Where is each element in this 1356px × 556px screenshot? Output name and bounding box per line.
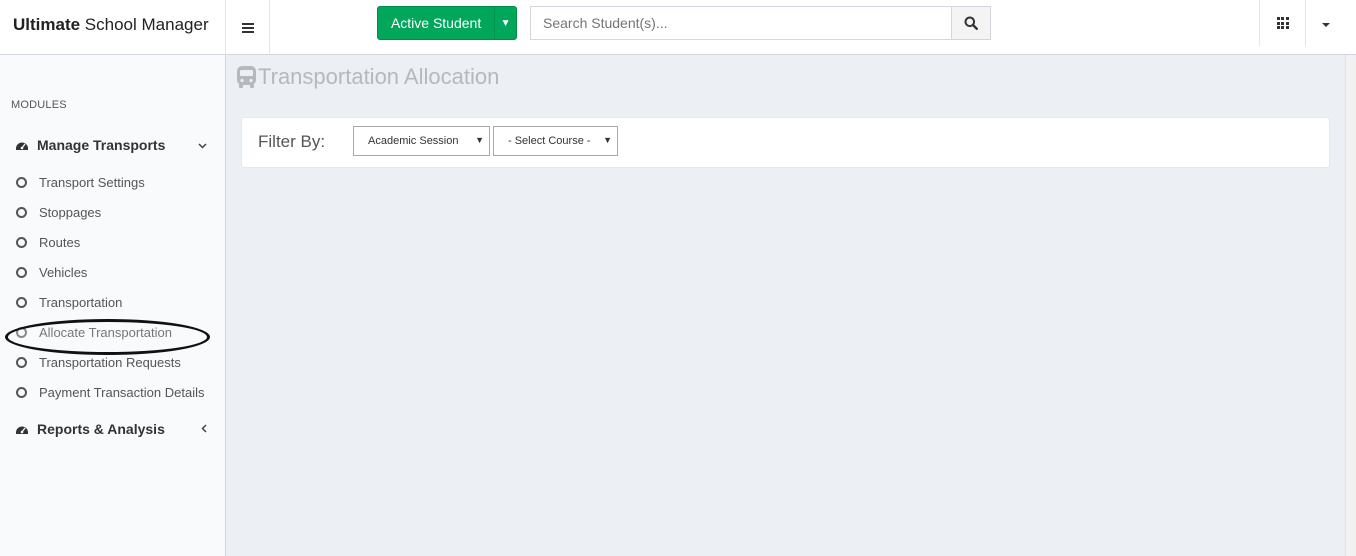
sidebar-toggle-button[interactable] [226, 0, 270, 55]
brand-rest: School Manager [80, 15, 209, 34]
user-menu-dropdown[interactable] [1305, 0, 1345, 46]
page-title-text: Transportation Allocation [258, 64, 500, 89]
course-select[interactable]: - Select Course - ▼ [493, 126, 618, 156]
course-select-value: - Select Course - [508, 135, 591, 147]
active-student-label: Active Student [390, 15, 482, 31]
sidebar-group-manage-transports[interactable]: Manage Transports [0, 127, 225, 163]
sidebar-item-label: Transportation Requests [39, 354, 181, 370]
sidebar-item-allocate-transportation[interactable]: Allocate Transportation [0, 317, 225, 347]
page-scrollbar[interactable] [1345, 55, 1356, 556]
sidebar-group-label: Reports & Analysis [37, 421, 165, 437]
filter-box: Filter By: Academic Session ▼ - Select C… [241, 117, 1330, 168]
app-brand[interactable]: Ultimate School Manager [0, 0, 226, 55]
circle-icon [16, 296, 27, 308]
dashboard-icon [16, 426, 28, 434]
circle-icon [16, 386, 27, 398]
sidebar-item-label: Routes [39, 234, 81, 250]
brand-bold: Ultimate [13, 15, 81, 34]
bars-icon [241, 22, 254, 33]
sidebar-item-label: Allocate Transportation [39, 324, 172, 340]
sidebar-group-reports-analysis[interactable]: Reports & Analysis [0, 411, 225, 447]
caret-down-icon [1321, 23, 1330, 27]
circle-icon [16, 266, 27, 278]
top-header: Ultimate School Manager Active Student ▼ [0, 0, 1356, 55]
sidebar-item-vehicles[interactable]: Vehicles [0, 257, 225, 287]
circle-icon [16, 356, 27, 368]
sidebar-item-label: Vehicles [39, 264, 88, 280]
sidebar-item-transport-settings[interactable]: Transport Settings [0, 167, 225, 197]
page-title: Transportation Allocation [236, 64, 499, 90]
search-icon [964, 16, 978, 30]
circle-icon [16, 206, 27, 218]
apps-menu-button[interactable] [1259, 0, 1305, 46]
sidebar-item-routes[interactable]: Routes [0, 227, 225, 257]
search-button[interactable] [951, 6, 991, 40]
caret-down-icon: ▼ [603, 135, 612, 145]
chevron-left-icon [201, 422, 207, 436]
circle-icon [16, 176, 27, 188]
sidebar-item-transportation[interactable]: Transportation [0, 287, 225, 317]
chevron-down-icon [198, 138, 207, 152]
active-student-button[interactable]: Active Student ▼ [377, 6, 517, 40]
circle-icon [16, 236, 27, 248]
student-search-input[interactable] [530, 6, 952, 40]
academic-session-select[interactable]: Academic Session ▼ [353, 126, 490, 156]
grid-icon [1276, 17, 1289, 29]
sidebar-item-transportation-requests[interactable]: Transportation Requests [0, 347, 225, 377]
sidebar-item-payment-transaction-details[interactable]: Payment Transaction Details [0, 377, 225, 407]
sidebar: MODULES Manage Transports Transport Sett… [0, 55, 226, 556]
filter-label: Filter By: [258, 132, 326, 151]
sidebar-item-label: Transportation [39, 294, 123, 310]
dashboard-icon [16, 142, 28, 150]
circle-icon [16, 326, 27, 338]
caret-down-icon[interactable]: ▼ [494, 7, 516, 39]
sidebar-item-label: Transport Settings [39, 174, 145, 190]
bus-icon [237, 66, 256, 88]
modules-header: MODULES [11, 99, 67, 111]
sidebar-group-label: Manage Transports [37, 137, 166, 153]
academic-session-value: Academic Session [368, 135, 459, 147]
sidebar-item-label: Stoppages [39, 204, 102, 220]
caret-down-icon: ▼ [475, 135, 484, 145]
sidebar-item-label: Payment Transaction Details [39, 384, 205, 400]
sidebar-item-stoppages[interactable]: Stoppages [0, 197, 225, 227]
